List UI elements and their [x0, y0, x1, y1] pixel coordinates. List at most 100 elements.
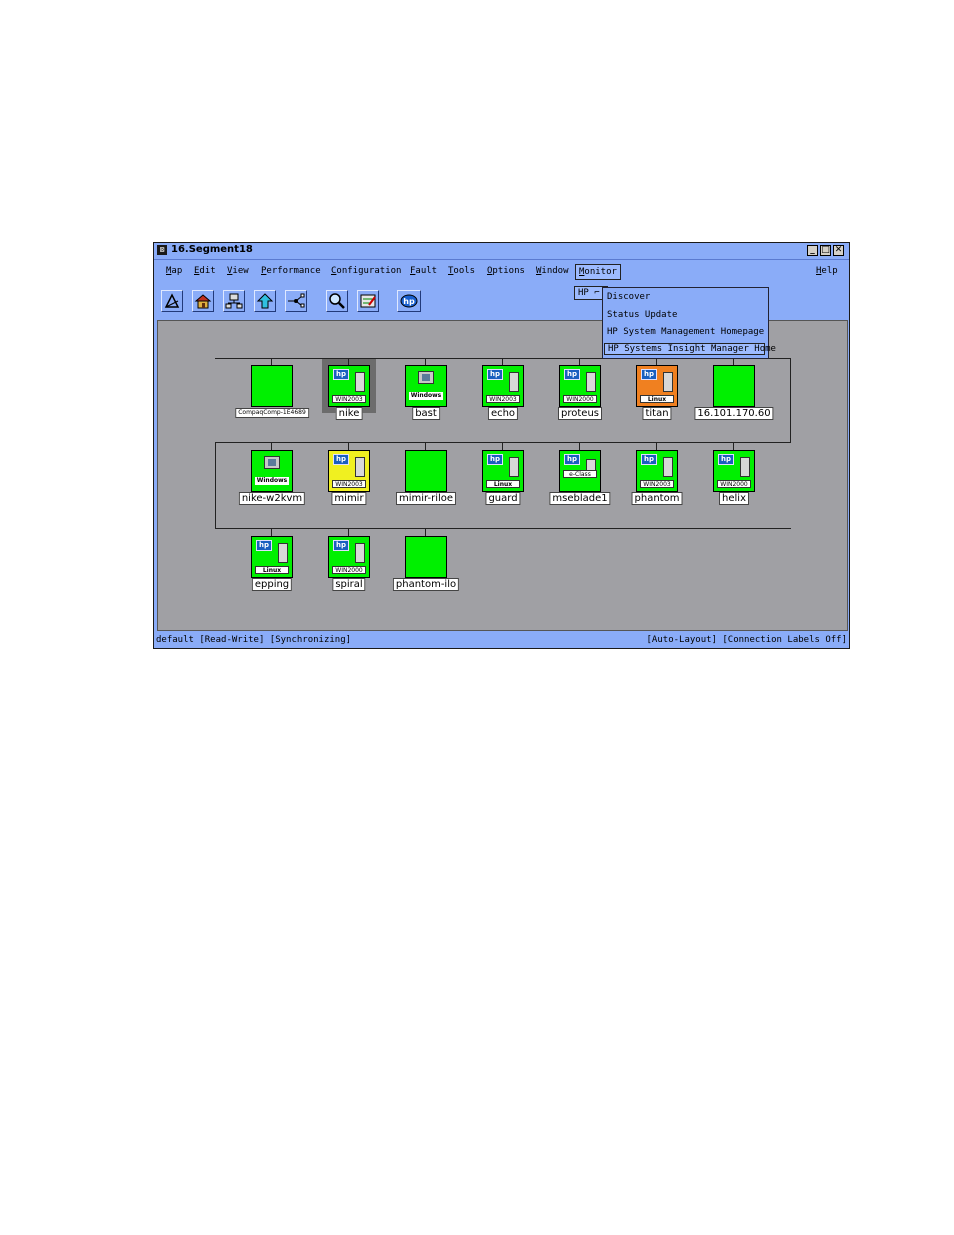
os-badge: Linux: [255, 566, 289, 574]
node-phantom[interactable]: hp WIN2003: [636, 450, 678, 492]
menu-bar: Map Edit View Performance Configuration …: [154, 260, 849, 284]
window-title: 16.Segment18: [171, 244, 253, 255]
node-label[interactable]: nike: [335, 407, 363, 420]
close-button[interactable]: ✕: [833, 245, 844, 256]
menu-fault[interactable]: Fault: [410, 266, 437, 276]
connection-line: [425, 442, 426, 450]
connection-line: [425, 528, 426, 536]
maximize-button[interactable]: □: [820, 245, 831, 256]
os-badge: WIN2003: [486, 395, 520, 403]
segment-line: [790, 358, 791, 442]
menu-help[interactable]: Help: [816, 266, 838, 276]
menu-map[interactable]: Map: [166, 266, 182, 276]
node-label[interactable]: bast: [412, 407, 440, 420]
node-label[interactable]: titan: [642, 407, 672, 420]
os-badge: WIN2003: [640, 480, 674, 488]
hp-logo-icon: hp: [333, 454, 349, 465]
os-badge: Linux: [486, 480, 520, 488]
window-menu-icon[interactable]: ⊠: [157, 245, 167, 255]
os-badge: WIN2000: [332, 566, 366, 574]
hp-logo-icon: hp: [256, 540, 272, 551]
connection-line: [733, 442, 734, 450]
os-badge: WIN2000: [563, 395, 597, 403]
node-label[interactable]: phantom-ilo: [392, 578, 460, 591]
server-tower-icon: [663, 372, 673, 392]
node-16-101-170-60[interactable]: [713, 365, 755, 407]
os-badge: WIN2000: [717, 480, 751, 488]
node-guard[interactable]: hp Linux: [482, 450, 524, 492]
server-tower-icon: [509, 372, 519, 392]
node-label[interactable]: phantom: [631, 492, 683, 505]
topology-icon[interactable]: [285, 290, 307, 312]
menu-item-discover[interactable]: Discover: [607, 292, 650, 302]
node-label[interactable]: echo: [487, 407, 519, 420]
draw-icon[interactable]: [161, 290, 183, 312]
node-label[interactable]: proteus: [558, 407, 602, 420]
minimize-button[interactable]: _: [807, 245, 818, 256]
node-epping[interactable]: hp Linux: [251, 536, 293, 578]
segment-line: [215, 528, 791, 529]
node-compaqcomp-1e4689[interactable]: [251, 365, 293, 407]
menu-item-smh[interactable]: HP System Management Homepage: [607, 327, 764, 337]
search-icon[interactable]: [326, 290, 348, 312]
hp-logo-icon: hp: [333, 369, 349, 380]
node-nike[interactable]: hp WIN2003: [322, 359, 376, 413]
menu-window[interactable]: Window: [536, 266, 569, 276]
node-proteus[interactable]: hp WIN2000: [559, 365, 601, 407]
os-badge: e-Class: [563, 470, 597, 478]
hp-logo-icon[interactable]: hp: [397, 290, 421, 312]
node-label[interactable]: guard: [485, 492, 521, 505]
node-label[interactable]: epping: [251, 578, 293, 591]
connection-line: [348, 442, 349, 450]
title-bar[interactable]: ⊠ 16.Segment18 _ □ ✕: [154, 243, 849, 260]
connection-line: [579, 358, 580, 365]
connection-line: [348, 528, 349, 536]
connection-line: [271, 528, 272, 536]
menu-monitor[interactable]: Monitor: [575, 264, 621, 280]
menu-configuration[interactable]: Configuration: [331, 266, 401, 276]
node-echo[interactable]: hp WIN2003: [482, 365, 524, 407]
os-badge: WIN2003: [332, 395, 366, 403]
segment-line: [215, 442, 791, 443]
node-spiral[interactable]: hp WIN2000: [328, 536, 370, 578]
menu-view[interactable]: View: [227, 266, 249, 276]
hp-submenu: Discover Status Update HP System Managem…: [602, 287, 776, 359]
menu-item-status-update[interactable]: Status Update: [607, 310, 677, 320]
up-arrow-icon[interactable]: [254, 290, 276, 312]
home-icon[interactable]: [192, 290, 214, 312]
os-badge: Windows: [409, 392, 443, 400]
hp-logo-icon: hp: [641, 454, 657, 465]
server-tower-icon: [355, 457, 365, 477]
node-label[interactable]: 16.101.170.60: [694, 407, 774, 420]
node-mimir[interactable]: hp WIN2003: [328, 450, 370, 492]
node-nike-w2kvm[interactable]: Windows: [251, 450, 293, 492]
status-bar: default [Read-Write] [Synchronizing] [Au…: [154, 632, 849, 648]
map-canvas[interactable]: CompaqComp-1E4689 hp WIN2003 nike Windows bas…: [157, 320, 848, 631]
node-label[interactable]: CompaqComp-1E4689: [235, 408, 309, 418]
menu-edit[interactable]: Edit: [194, 266, 216, 276]
monitor-icon: [264, 456, 280, 469]
node-helix[interactable]: hp WIN2000: [713, 450, 755, 492]
menu-tools[interactable]: Tools: [448, 266, 475, 276]
hp-logo-icon: hp: [333, 540, 349, 551]
connection-line: [425, 358, 426, 365]
node-bast[interactable]: Windows: [405, 365, 447, 407]
node-label[interactable]: nike-w2kvm: [238, 492, 306, 505]
menu-item-sim-home[interactable]: HP Systems Insight Manager Home: [604, 343, 776, 355]
menu-options[interactable]: Options: [487, 266, 525, 276]
node-mseblade1[interactable]: hp e-Class: [559, 450, 601, 492]
node-phantom-ilo[interactable]: [405, 536, 447, 578]
node-label[interactable]: mseblade1: [549, 492, 611, 505]
node-label[interactable]: mimir: [331, 492, 367, 505]
node-mimir-riloe[interactable]: [405, 450, 447, 492]
node-label[interactable]: mimir-riloe: [395, 492, 457, 505]
hp-logo-icon: hp: [487, 454, 503, 465]
node-titan[interactable]: hp Linux: [636, 365, 678, 407]
network-icon[interactable]: [223, 290, 245, 312]
menu-performance[interactable]: Performance: [261, 266, 321, 276]
os-badge: WIN2003: [332, 480, 366, 488]
edit-map-icon[interactable]: [357, 290, 379, 312]
node-label[interactable]: spiral: [332, 578, 366, 591]
os-badge: Linux: [640, 395, 674, 403]
node-label[interactable]: helix: [719, 492, 749, 505]
